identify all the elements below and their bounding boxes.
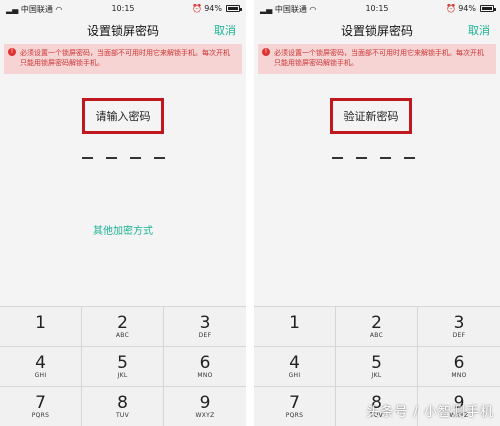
cancel-button[interactable]: 取消 [214,22,236,38]
alarm-icon: ⏰ [192,4,203,13]
key-1[interactable]: 1 [254,307,336,347]
number-keypad: 1 2 ABC 3 DEF 4 GHI 5 JKL 6 MNO 7 PQRS 8 TUV 9W… [0,306,246,426]
other-encryption-link[interactable]: 其他加密方式 [0,222,246,237]
warning-icon: ! [262,48,270,56]
pin-slot [81,157,93,159]
panel-divider [246,0,254,426]
password-prompt: 验证新密码 [330,98,412,134]
pin-slot [403,157,415,159]
warning-banner: ! 必须设置一个锁屏密码，当面部不可用时用它来解锁手机。每次开机只能用锁屏密码解… [4,44,242,74]
pin-slot [331,157,343,159]
screen-right: ▂▄ 中国联通 ◠ 10:15 ⏰ 94% 设置锁屏密码 取消 ! 必须设置一个… [254,0,500,426]
title-bar: 设置锁屏密码 取消 [254,16,500,44]
warning-icon: ! [8,48,16,56]
key-6[interactable]: 6 MNO [418,347,500,387]
password-prompt: 请输入密码 [82,98,164,134]
pin-slot [153,157,165,159]
key-4[interactable]: 4 GHI [254,347,336,387]
pin-slot [379,157,391,159]
cancel-button[interactable]: 取消 [468,22,490,38]
status-bar: ▂▄ 中国联通 ◠ 10:15 ⏰ 94% [254,0,500,16]
key-9[interactable]: 9 WXYZ [164,387,246,426]
title-bar: 设置锁屏密码 取消 [0,16,246,44]
key-1[interactable]: 1 [0,307,82,347]
key-7[interactable]: 7 PQRS [254,387,336,426]
battery-icon [480,5,496,12]
battery-percent: 94% [458,4,476,13]
status-bar: ▂▄ 中国联通 ◠ 10:15 ⏰ 94% [0,0,246,16]
page-title: 设置锁屏密码 [86,24,159,38]
screen-left: ▂▄ 中国联通 ◠ 10:15 ⏰ 94% 设置锁屏密码 取消 ! 必须设置一个… [0,0,246,426]
key-5[interactable]: 5 JKL [82,347,164,387]
key-7[interactable]: 7 PQRS [0,387,82,426]
alarm-icon: ⏰ [446,4,457,13]
key-5[interactable]: 5 JKL [336,347,418,387]
battery-percent: 94% [204,4,222,13]
warning-banner: ! 必须设置一个锁屏密码，当面部不可用时用它来解锁手机。每次开机只能用锁屏密码解… [258,44,496,74]
pin-indicator [0,157,246,159]
watermark-text: 头条号 / 小智测手机 [366,405,494,420]
prompt-label: 验证新密码 [343,110,399,123]
pin-slot [105,157,117,159]
prompt-label: 请输入密码 [95,110,151,123]
page-title: 设置锁屏密码 [340,24,413,38]
pin-slot [355,157,367,159]
pin-slot [129,157,141,159]
key-8[interactable]: 8 TUV [82,387,164,426]
key-3[interactable]: 3 DEF [164,307,246,347]
key-2[interactable]: 2 ABC [82,307,164,347]
battery-icon [226,5,242,12]
key-4[interactable]: 4 GHI [0,347,82,387]
key-2[interactable]: 2 ABC [336,307,418,347]
pin-indicator [254,157,496,159]
warning-text: 必须设置一个锁屏密码，当面部不可用时用它来解锁手机。每次开机只能用锁屏密码解锁手… [20,49,230,67]
key-6[interactable]: 6 MNO [164,347,246,387]
key-3[interactable]: 3 DEF [418,307,500,347]
warning-text: 必须设置一个锁屏密码，当面部不可用时用它来解锁手机。每次开机只能用锁屏密码解锁手… [274,49,484,67]
